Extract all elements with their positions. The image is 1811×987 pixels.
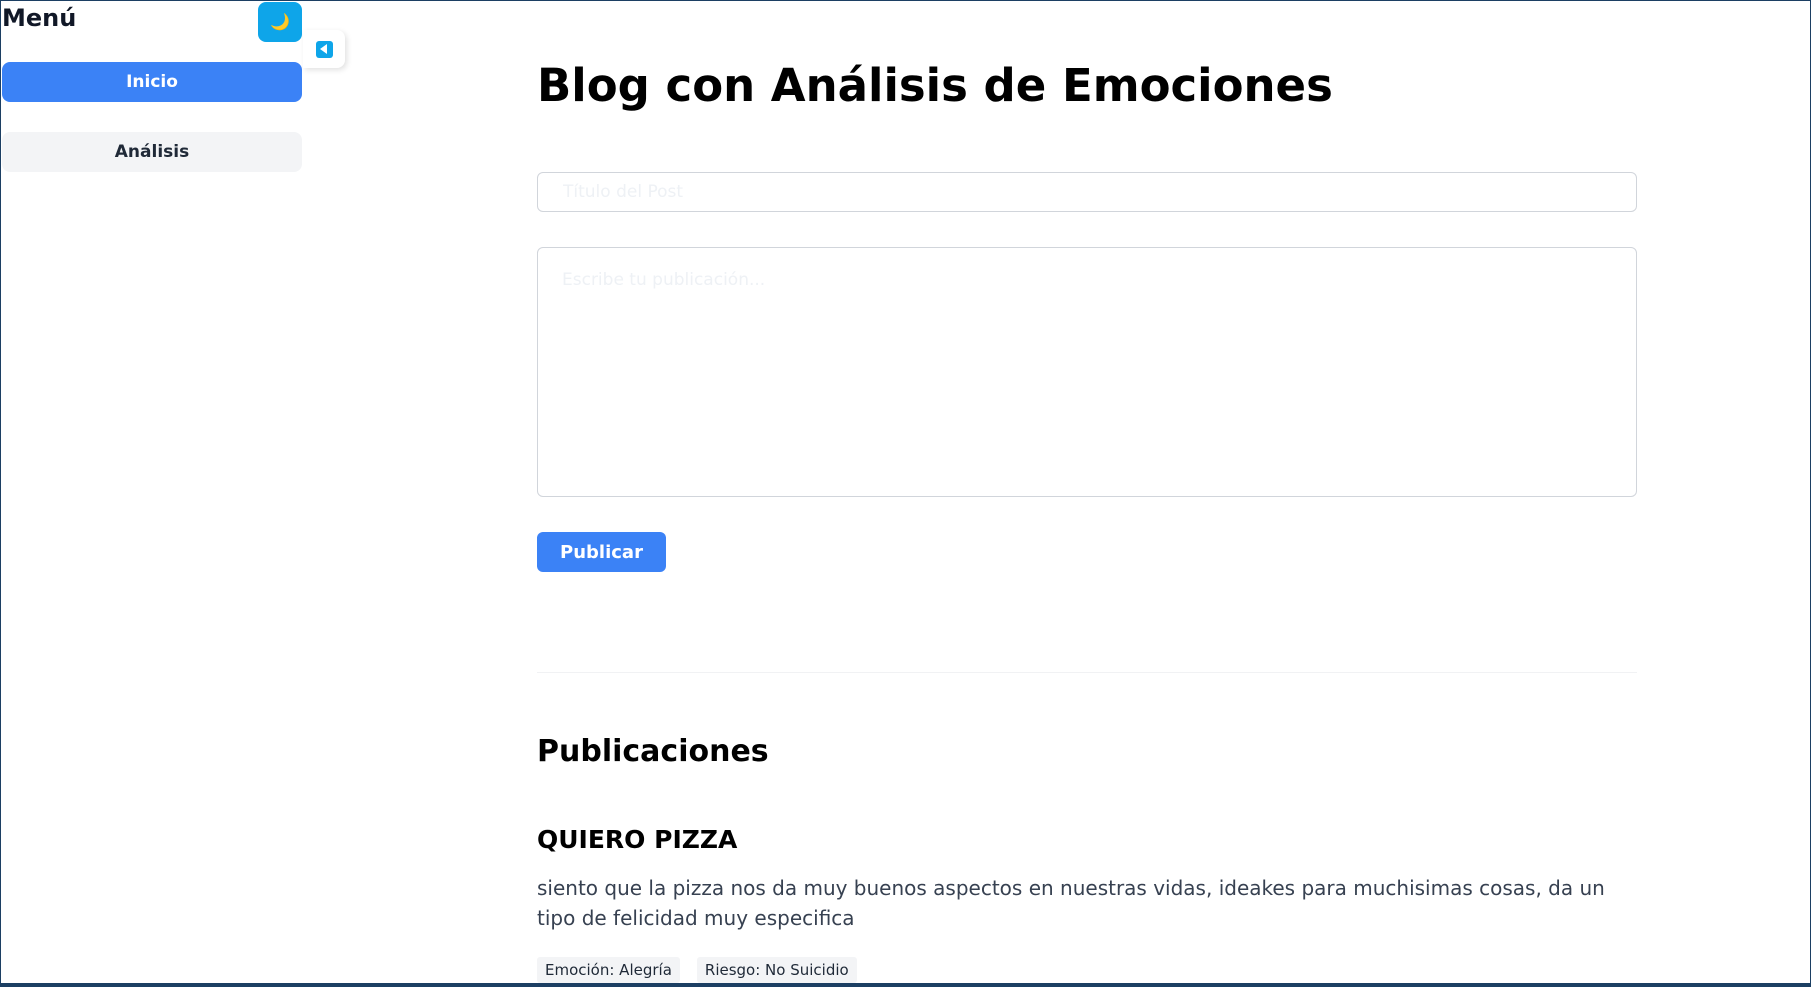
theme-toggle-button[interactable]: 🌙 (258, 2, 302, 42)
posts-section-title: Publicaciones (537, 734, 769, 769)
moon-icon: 🌙 (270, 14, 290, 31)
emotion-badge: Emoción: Alegría (537, 957, 680, 983)
publish-button[interactable]: Publicar (537, 532, 666, 572)
sidebar-item-inicio[interactable]: Inicio (2, 62, 302, 102)
post-title-input[interactable] (537, 172, 1637, 212)
sidebar-item-analisis[interactable]: Análisis (2, 132, 302, 172)
collapse-left-icon (315, 40, 333, 58)
sidebar-collapse-button[interactable] (303, 30, 345, 68)
risk-badge: Riesgo: No Suicidio (696, 957, 857, 983)
post-body: siento que la pizza nos da muy buenos as… (537, 876, 1605, 930)
menu-title: Menú (2, 4, 77, 32)
post-content-textarea[interactable] (537, 247, 1637, 497)
post-tags: Emoción: Alegría Riesgo: No Suicidio (537, 957, 857, 983)
post-title: QUIERO PIZZA (537, 825, 738, 854)
section-divider (537, 672, 1637, 673)
page-title: Blog con Análisis de Emociones (537, 59, 1333, 112)
app-window: Menú 🌙 Inicio Análisis Blog con Análisis… (0, 0, 1811, 987)
